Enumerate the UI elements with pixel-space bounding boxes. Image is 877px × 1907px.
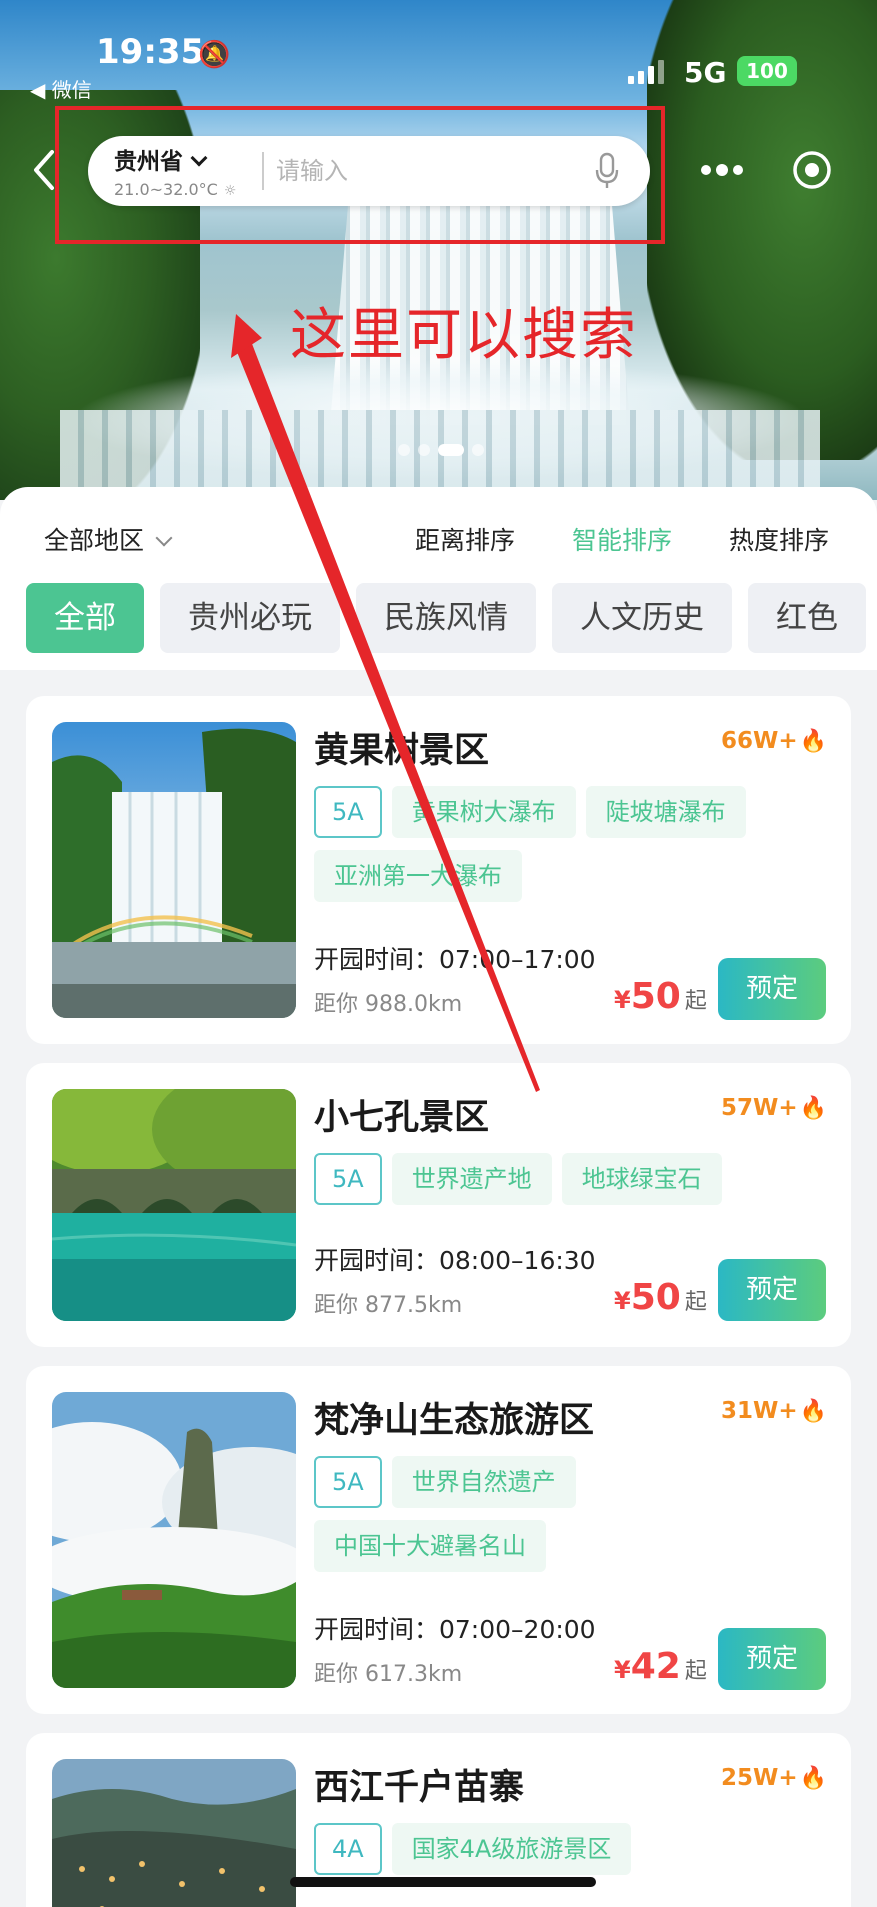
carousel-dot-active[interactable] bbox=[438, 444, 464, 456]
carousel-dot[interactable] bbox=[398, 444, 410, 456]
distance: 距你 617.3km bbox=[314, 1662, 463, 1687]
battery-icon: 100 bbox=[737, 56, 797, 86]
region-label: 全部地区 bbox=[44, 526, 145, 555]
feature-tag: 中国十大避暑名山 bbox=[314, 1520, 546, 1572]
attraction-image-mountain[interactable] bbox=[52, 1392, 296, 1688]
feature-tag: 亚洲第一大瀑布 bbox=[314, 850, 522, 902]
feature-tag: 世界遗产地 bbox=[391, 1153, 552, 1205]
flame-icon: 🔥 bbox=[799, 1096, 827, 1121]
tag-list: 5A 黄果树大瀑布 陡坡塘瀑布 亚洲第一大瀑布 bbox=[314, 786, 814, 902]
grade-tag: 5A bbox=[314, 1153, 382, 1205]
popularity-badge: 66W+🔥 bbox=[721, 728, 827, 754]
grade-tag: 5A bbox=[314, 1456, 382, 1508]
popularity-badge: 57W+🔥 bbox=[721, 1095, 827, 1121]
price-suffix: 起 bbox=[684, 989, 707, 1014]
feature-tag: 地球绿宝石 bbox=[561, 1153, 722, 1205]
feature-tag: 陡坡塘瀑布 bbox=[585, 786, 746, 838]
back-app-name: 微信 bbox=[51, 78, 92, 102]
back-to-app-label[interactable]: ◀ 微信 bbox=[30, 74, 92, 103]
opening-hours: 开园时间：07:00–17:00 bbox=[314, 945, 596, 974]
currency-symbol: ¥ bbox=[614, 1656, 631, 1684]
chevron-down-icon bbox=[155, 529, 173, 547]
region-dropdown[interactable]: 全部地区 bbox=[44, 521, 173, 557]
price-value: 42 bbox=[630, 1646, 681, 1687]
category-tab-history[interactable]: 人文历史 bbox=[552, 583, 732, 653]
distance: 距你 877.5km bbox=[314, 1293, 463, 1318]
sort-smart[interactable]: 智能排序 bbox=[572, 521, 672, 557]
price-value: 50 bbox=[630, 1277, 681, 1318]
grade-tag: 5A bbox=[314, 786, 382, 838]
feature-tag: 黄果树大瀑布 bbox=[391, 786, 576, 838]
flame-icon: 🔥 bbox=[799, 1766, 827, 1791]
price: ¥50 起 bbox=[614, 1277, 707, 1318]
category-tab-must-play[interactable]: 贵州必玩 bbox=[160, 583, 340, 653]
category-tab-all[interactable]: 全部 bbox=[26, 583, 144, 653]
price-suffix: 起 bbox=[684, 1659, 707, 1684]
signal-icon bbox=[628, 60, 664, 84]
popularity-count: 66W+ bbox=[720, 728, 798, 754]
back-arrow-icon[interactable] bbox=[32, 148, 56, 192]
carousel-dot[interactable] bbox=[472, 444, 484, 456]
attraction-name[interactable]: 梵净山生态旅游区 bbox=[314, 1392, 594, 1443]
sort-distance[interactable]: 距离排序 bbox=[415, 521, 515, 557]
category-tabs: 全部 贵州必玩 民族风情 人文历史 红色 bbox=[26, 583, 877, 655]
carousel-dots bbox=[398, 444, 484, 456]
attraction-name[interactable]: 黄果树景区 bbox=[314, 722, 489, 773]
home-indicator[interactable] bbox=[290, 1877, 596, 1887]
tag-list: 4A 国家4A级旅游景区 bbox=[314, 1823, 814, 1875]
book-button[interactable]: 预定 bbox=[718, 958, 826, 1020]
popularity-count: 57W+ bbox=[720, 1095, 798, 1121]
opening-hours: 开园时间：08:00–16:30 bbox=[314, 1246, 596, 1275]
annotation-text: 这里可以搜索 bbox=[290, 303, 638, 368]
sort-popularity[interactable]: 热度排序 bbox=[729, 521, 829, 557]
popularity-count: 31W+ bbox=[720, 1398, 798, 1424]
more-dots-icon[interactable] bbox=[698, 158, 746, 182]
filter-panel: 全部地区 距离排序 智能排序 热度排序 全部 贵州必玩 民族风情 人文历史 红色 bbox=[0, 487, 877, 670]
close-miniprogram-icon[interactable] bbox=[792, 150, 832, 190]
category-tab-ethnic[interactable]: 民族风情 bbox=[356, 583, 536, 653]
mute-bell-icon: 🔕 bbox=[198, 40, 231, 70]
status-time: 19:35 bbox=[96, 32, 205, 72]
carousel-dot[interactable] bbox=[418, 444, 430, 456]
attraction-card[interactable]: 黄果树景区 66W+🔥 5A 黄果树大瀑布 陡坡塘瀑布 亚洲第一大瀑布 开园时间… bbox=[26, 696, 851, 1044]
attraction-name[interactable]: 小七孔景区 bbox=[314, 1089, 489, 1140]
book-button[interactable]: 预定 bbox=[718, 1259, 826, 1321]
grade-tag: 4A bbox=[314, 1823, 382, 1875]
attraction-image-waterfall[interactable] bbox=[52, 722, 296, 1018]
tag-list: 5A 世界遗产地 地球绿宝石 bbox=[314, 1153, 814, 1205]
tag-list: 5A 世界自然遗产 中国十大避暑名山 bbox=[314, 1456, 814, 1572]
flame-icon: 🔥 bbox=[799, 729, 827, 754]
opening-hours: 开园时间：07:00–20:00 bbox=[314, 1615, 596, 1644]
status-bar: 19:35 🔕 ◀ 微信 5G 100 bbox=[0, 0, 877, 103]
attraction-image-bridge[interactable] bbox=[52, 1089, 296, 1321]
price-value: 50 bbox=[630, 976, 681, 1017]
price: ¥50 起 bbox=[614, 976, 707, 1017]
attraction-image-village[interactable] bbox=[52, 1759, 296, 1907]
feature-tag: 国家4A级旅游景区 bbox=[391, 1823, 632, 1875]
popularity-count: 25W+ bbox=[720, 1765, 798, 1791]
price-suffix: 起 bbox=[684, 1290, 707, 1315]
price: ¥42 起 bbox=[614, 1646, 707, 1687]
attraction-name[interactable]: 西江千户苗寨 bbox=[314, 1759, 524, 1810]
category-tab-red[interactable]: 红色 bbox=[748, 583, 866, 653]
attraction-card[interactable]: 梵净山生态旅游区 31W+🔥 5A 世界自然遗产 中国十大避暑名山 开园时间：0… bbox=[26, 1366, 851, 1714]
currency-symbol: ¥ bbox=[614, 1287, 631, 1315]
popularity-badge: 31W+🔥 bbox=[721, 1398, 827, 1424]
book-button[interactable]: 预定 bbox=[718, 1628, 826, 1690]
flame-icon: 🔥 bbox=[799, 1399, 827, 1424]
currency-symbol: ¥ bbox=[614, 986, 631, 1014]
attraction-card[interactable]: 小七孔景区 57W+🔥 5A 世界遗产地 地球绿宝石 开园时间：08:00–16… bbox=[26, 1063, 851, 1347]
popularity-badge: 25W+🔥 bbox=[721, 1765, 827, 1791]
distance: 距你 988.0km bbox=[314, 992, 463, 1017]
feature-tag: 世界自然遗产 bbox=[391, 1456, 576, 1508]
annotation-box bbox=[55, 106, 665, 244]
network-type: 5G bbox=[684, 56, 727, 89]
